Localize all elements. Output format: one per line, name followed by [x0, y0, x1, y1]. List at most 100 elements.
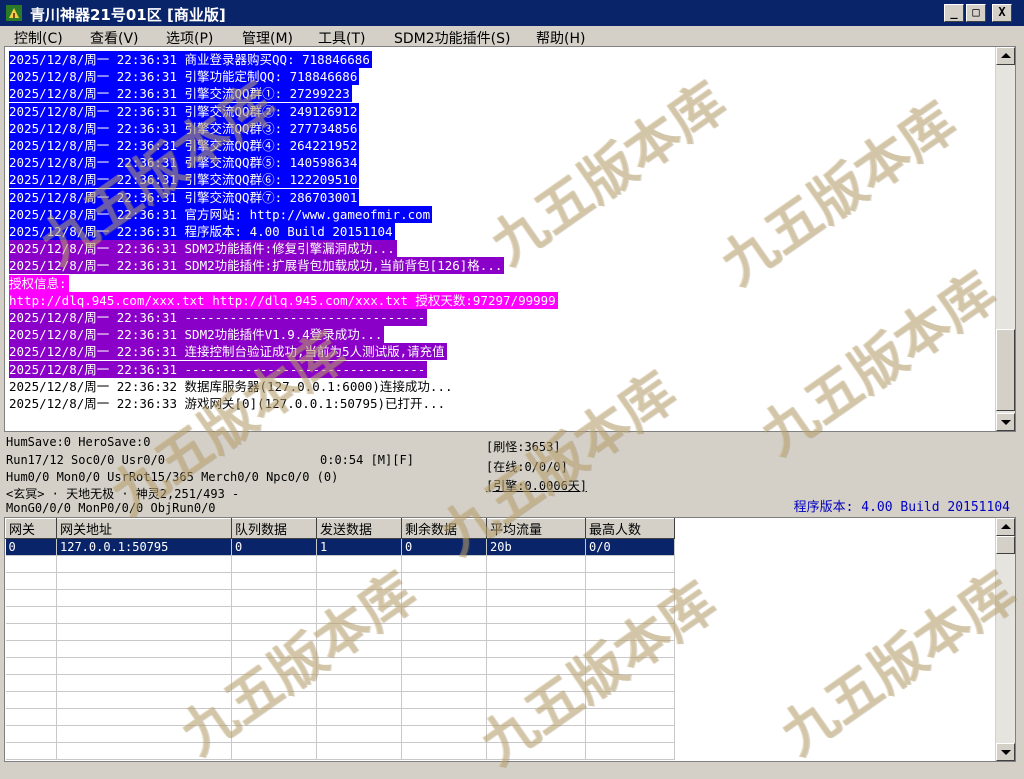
- column-header[interactable]: 网关: [5, 518, 57, 539]
- maximize-button[interactable]: □: [966, 4, 986, 22]
- table-cell: [401, 589, 487, 607]
- uptime: 0:0:54 [M][F]: [320, 453, 414, 467]
- refresh-monster-count: [刷怪:3653]: [486, 440, 561, 454]
- table-cell: [401, 572, 487, 590]
- table-cell: [316, 691, 402, 709]
- table-cell: [5, 708, 57, 726]
- table-cell: [231, 623, 317, 641]
- table-scroll-thumb[interactable]: [996, 536, 1015, 554]
- table-cell: [316, 572, 402, 590]
- table-cell: [585, 606, 675, 624]
- table-cell: [401, 606, 487, 624]
- table-cell: [401, 657, 487, 675]
- scroll-down-button[interactable]: [996, 413, 1015, 431]
- table-cell: [585, 572, 675, 590]
- log-line: 2025/12/8/周一 22:36:31 引擎功能定制QQ: 71884668…: [9, 68, 360, 86]
- table-cell: [486, 725, 586, 743]
- table-cell: [585, 555, 675, 573]
- menu-options[interactable]: 选项(P): [166, 28, 213, 48]
- table-header-row: 网关 网关地址 队列数据 发送数据 剩余数据 平均流量 最高人数: [5, 518, 675, 539]
- table-cell: [401, 742, 487, 760]
- menu-sdm2-plugin[interactable]: SDM2功能插件(S): [394, 28, 510, 48]
- table-cell: [56, 708, 232, 726]
- table-scroll-up-button[interactable]: [996, 518, 1015, 536]
- title-bar[interactable]: 青川神器21号01区 [商业版] _ □ X: [0, 0, 1024, 26]
- log-line: 2025/12/8/周一 22:36:31 程序版本: 4.00 Build 2…: [9, 223, 395, 240]
- table-cell: [231, 674, 317, 692]
- table-row[interactable]: 0 127.0.0.1:50795 0 1 0 20b 0/0: [5, 538, 675, 556]
- table-cell: [486, 674, 586, 692]
- scroll-up-button[interactable]: [996, 47, 1015, 65]
- table-cell: [5, 589, 57, 607]
- log-line: 2025/12/8/周一 22:36:31 ------------------…: [9, 360, 428, 378]
- log-line: 2025/12/8/周一 22:36:31 引擎交流QQ群⑥: 12220951…: [9, 171, 360, 189]
- table-cell: [486, 691, 586, 709]
- table-cell: [5, 725, 57, 743]
- table-cell: 127.0.0.1:50795: [56, 538, 232, 556]
- table-cell: [401, 674, 487, 692]
- save-stats: HumSave:0 HeroSave:0: [6, 435, 151, 449]
- menu-bar: 控制(C) 查看(V) 选项(P) 管理(M) 工具(T) SDM2功能插件(S…: [0, 26, 1024, 48]
- log-scrollbar[interactable]: [995, 47, 1015, 431]
- table-cell: [56, 657, 232, 675]
- table-cell: [316, 708, 402, 726]
- column-header[interactable]: 网关地址: [56, 518, 232, 539]
- table-cell: [585, 742, 675, 760]
- table-cell: 0/0: [585, 538, 675, 556]
- log-line: 2025/12/8/周一 22:36:31 ------------------…: [9, 309, 428, 326]
- status-panel: HumSave:0 HeroSave:0 Run17/12 Soc0/0 Usr…: [4, 432, 1016, 517]
- empty-table-row: [5, 555, 675, 573]
- table-cell: 1: [316, 538, 402, 556]
- menu-tools[interactable]: 工具(T): [318, 28, 365, 48]
- table-scrollbar[interactable]: [995, 518, 1015, 761]
- table-cell: [585, 657, 675, 675]
- table-cell: [5, 623, 57, 641]
- column-header[interactable]: 最高人数: [585, 518, 675, 539]
- empty-table-row: [5, 623, 675, 641]
- table-cell: [56, 589, 232, 607]
- table-cell: [5, 657, 57, 675]
- table-cell: [5, 555, 57, 573]
- table-cell: [401, 708, 487, 726]
- table-cell: [316, 640, 402, 658]
- table-cell: [231, 708, 317, 726]
- log-line: 2025/12/8/周一 22:36:31 引擎交流QQ群⑦: 28670300…: [9, 188, 360, 206]
- table-cell: [231, 555, 317, 573]
- minimize-button[interactable]: _: [944, 4, 964, 22]
- table-cell: [316, 623, 402, 641]
- table-cell: [585, 691, 675, 709]
- menu-help[interactable]: 帮助(H): [536, 28, 585, 48]
- table-cell: 0: [5, 538, 57, 556]
- empty-table-row: [5, 657, 675, 675]
- log-line: 2025/12/8/周一 22:36:31 引擎交流QQ群④: 26422195…: [9, 137, 360, 154]
- table-scroll-down-button[interactable]: [996, 743, 1015, 761]
- table-cell: [316, 742, 402, 760]
- menu-view[interactable]: 查看(V): [90, 28, 139, 48]
- table-cell: [5, 572, 57, 590]
- column-header[interactable]: 发送数据: [316, 518, 402, 539]
- column-header[interactable]: 平均流量: [486, 518, 586, 539]
- log-line: http://dlq.945.com/xxx.txt http://dlq.94…: [9, 291, 558, 309]
- table-cell: [585, 725, 675, 743]
- log-line: 2025/12/8/周一 22:36:31 引擎交流QQ群③: 27773485…: [9, 119, 360, 137]
- menu-control[interactable]: 控制(C): [14, 28, 63, 48]
- table-cell: [5, 674, 57, 692]
- table-cell: [316, 606, 402, 624]
- log-line: 2025/12/8/周一 22:36:31 引擎交流QQ群②: 24912691…: [9, 102, 360, 120]
- scroll-thumb[interactable]: [996, 329, 1015, 411]
- close-button[interactable]: X: [992, 4, 1012, 22]
- menu-manage[interactable]: 管理(M): [242, 28, 293, 48]
- table-cell: [316, 725, 402, 743]
- empty-table-row: [5, 606, 675, 624]
- column-header[interactable]: 队列数据: [231, 518, 317, 539]
- table-cell: [56, 606, 232, 624]
- table-cell: [231, 572, 317, 590]
- table-cell: [5, 640, 57, 658]
- online-count: [在线:0/0/0]: [486, 460, 568, 474]
- log-line: 2025/12/8/周一 22:36:31 SDM2功能插件:扩展背包加载成功,…: [9, 257, 505, 275]
- gateway-table-pane[interactable]: 网关 网关地址 队列数据 发送数据 剩余数据 平均流量 最高人数 0 127.0.0.1:50…: [4, 517, 1016, 762]
- empty-table-row: [5, 708, 675, 726]
- empty-table-row: [5, 674, 675, 692]
- column-header[interactable]: 剩余数据: [401, 518, 487, 539]
- log-pane[interactable]: 2025/12/8/周一 22:36:31 商业登录器购买QQ: 7188466…: [4, 46, 1016, 432]
